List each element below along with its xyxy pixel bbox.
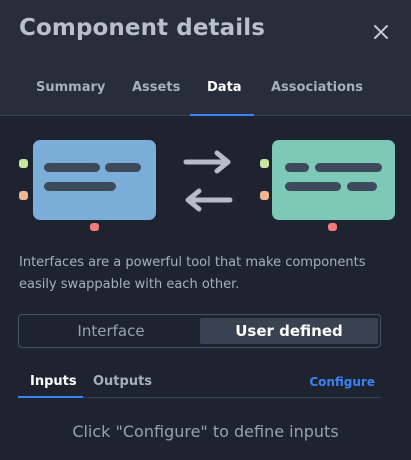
tab-inputs[interactable]: Inputs: [30, 374, 77, 389]
tab-summary[interactable]: Summary: [36, 80, 105, 95]
tab-data[interactable]: Data: [207, 80, 242, 95]
tab-bar: Summary Assets Data Associations: [0, 62, 411, 116]
panel-header: Component details: [0, 0, 411, 62]
interface-description: Interfaces are a powerful tool that make…: [19, 255, 366, 292]
swap-arrows-icon: [183, 150, 233, 212]
io-tabs: Inputs Outputs Configure: [18, 370, 381, 398]
right-component-card: [260, 140, 395, 231]
option-user-defined[interactable]: User defined: [200, 318, 378, 344]
panel-title: Component details: [19, 15, 265, 41]
empty-state-message: Click "Configure" to define inputs: [72, 422, 339, 441]
tab-associations[interactable]: Associations: [271, 80, 363, 95]
close-icon: [374, 25, 388, 39]
tab-outputs[interactable]: Outputs: [93, 374, 152, 389]
configure-link[interactable]: Configure: [309, 375, 375, 389]
active-subtab-indicator: [18, 396, 83, 398]
left-component-card: [19, 140, 156, 231]
interface-mode-toggle: Interface User defined: [18, 314, 381, 348]
interface-illustration: [19, 140, 395, 231]
close-button[interactable]: [368, 19, 394, 45]
tab-assets[interactable]: Assets: [132, 80, 180, 95]
option-interface[interactable]: Interface: [22, 318, 200, 344]
